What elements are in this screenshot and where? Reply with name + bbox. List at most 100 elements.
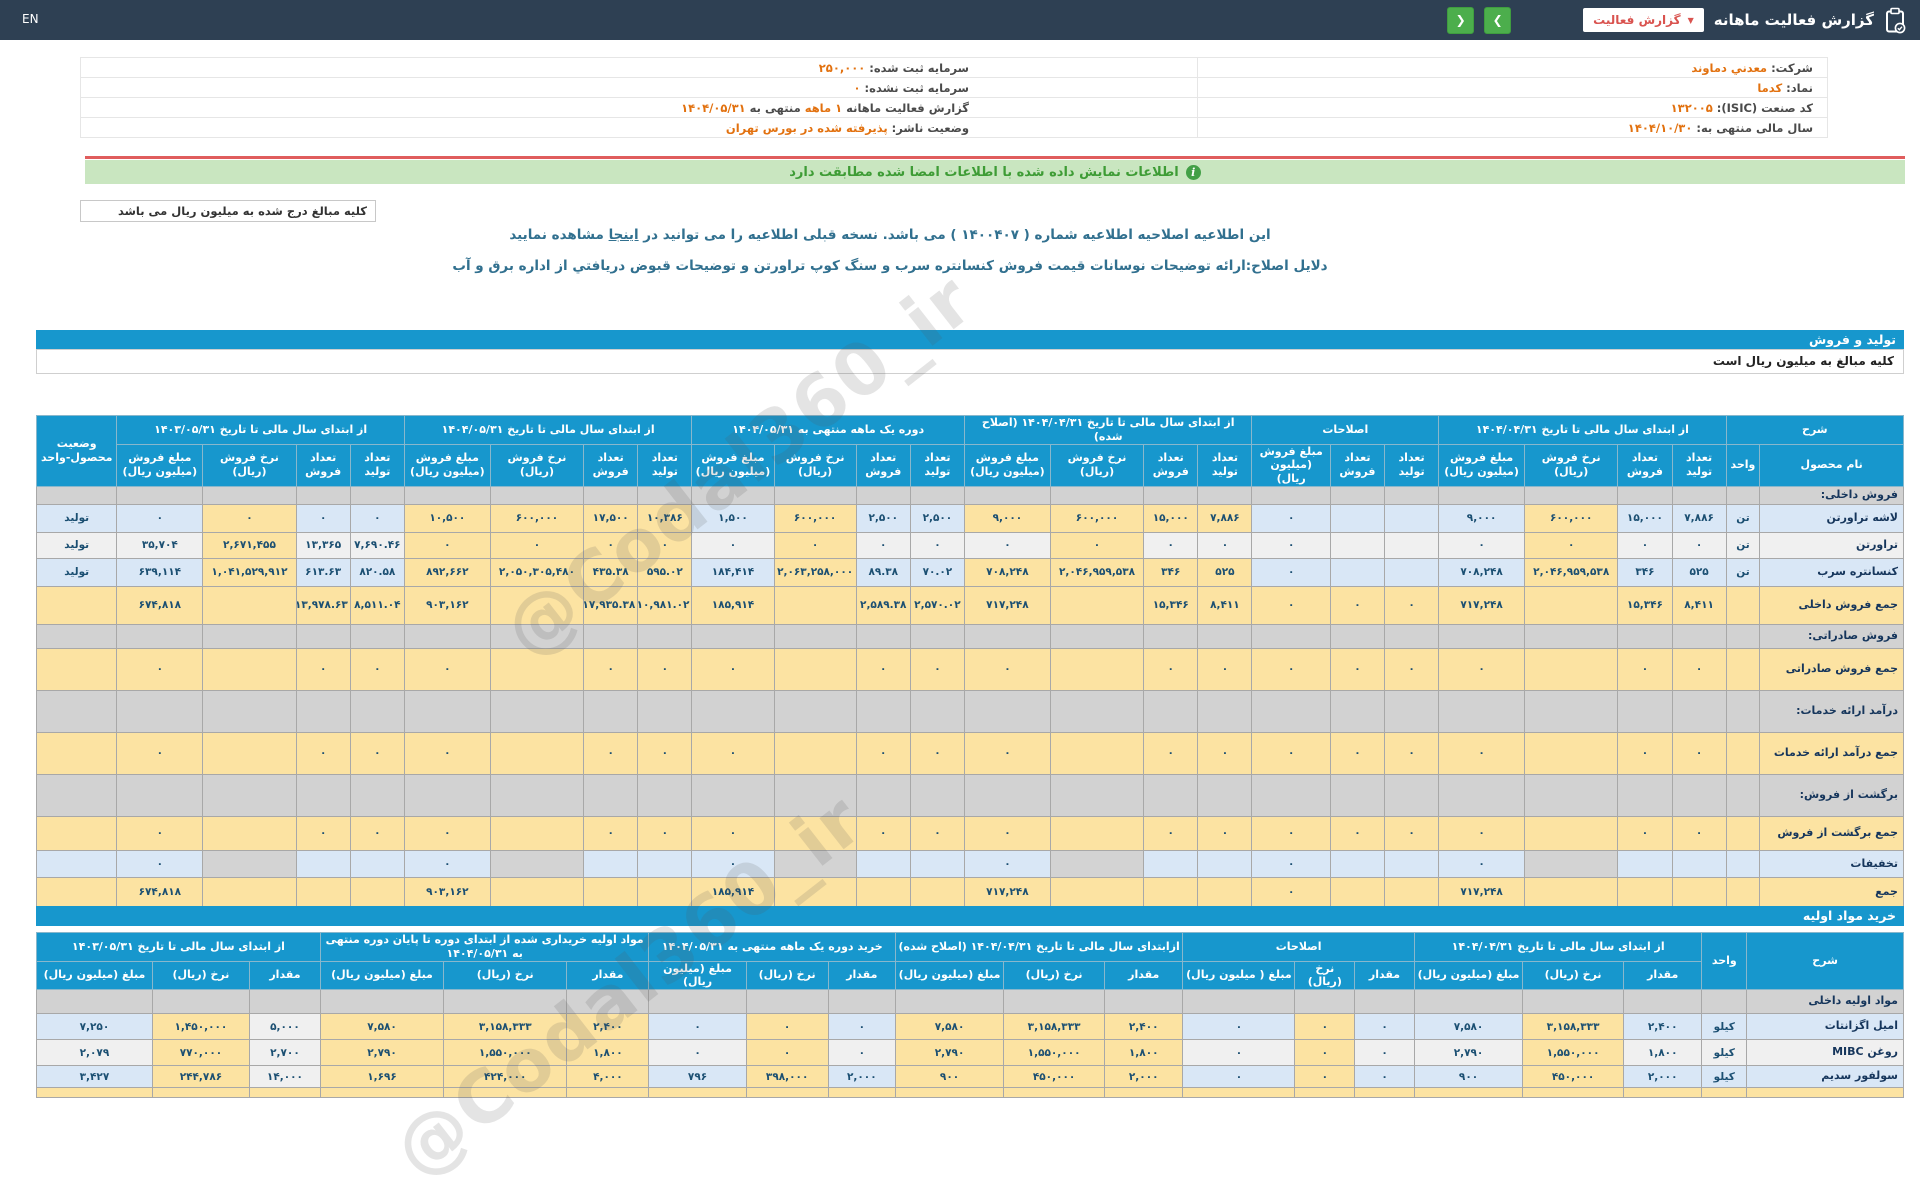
column-header: تعداد فروش [583, 443, 639, 487]
value-cell: ۰ [349, 815, 405, 851]
value-cell [773, 647, 857, 691]
value-cell [1197, 773, 1253, 817]
column-header: مقدار [1354, 960, 1415, 990]
value-cell: ۵,۰۰۰ [248, 1013, 321, 1040]
value-cell [1617, 485, 1673, 505]
table-row: کنسانتره سرب تن ۵۲۵ ۳۴۶ ۲,۰۴۶,۹۵۹,۵۳۸ ۷۰۸,۲۴۸… [35, 557, 1904, 587]
value-cell [1438, 773, 1526, 817]
value-cell: ۲,۷۹۰ [319, 1039, 445, 1066]
clipboard-report-icon [1884, 7, 1906, 34]
value-cell: ۰ [648, 1013, 747, 1040]
table-row: جمع ۷۱۷,۲۴۸ ۰ ۷۱۷,۲۴۸ ۱۸۵,۹۱۴ ۹۰۳,۱۶۲ ۶۷۴,۸۱۸ [35, 876, 1904, 908]
value-cell: ۲,۰۴۶,۹۵۹,۵۳۸ [1524, 557, 1619, 587]
value-cell [1438, 485, 1526, 505]
value-cell [1103, 1087, 1184, 1098]
value-cell: ۱,۴۵۰,۰۰۰ [151, 1013, 250, 1040]
value-cell [1329, 623, 1386, 649]
value-cell: ۳۴۶ [1617, 557, 1673, 587]
value-cell: ۴,۰۰۰ [566, 1065, 650, 1088]
value-cell [1197, 876, 1253, 908]
value-cell [489, 773, 585, 817]
section-label: مواد اولیه داخلی [1746, 989, 1904, 1014]
table-row: سولفور سدیم کیلو ۲,۰۰۰ ۴۵۰,۰۰۰ ۹۰۰ ۰ ۰ ۰ ۲,۰۰۰ ۴۵… [36, 1065, 1904, 1088]
value-cell [1384, 689, 1440, 733]
value-cell: ۷۱۷,۲۴۸ [1438, 876, 1526, 908]
column-header: نرخ (ریال) [1294, 960, 1356, 990]
value-cell [1103, 989, 1184, 1014]
value-cell [1725, 773, 1761, 817]
value-cell: ۱۰,۹۸۱.۰۲ [637, 585, 693, 625]
amendment-notice-line: این اطلاعیه اصلاحیه اطلاعیه شماره ( ۱۴۰۰… [85, 227, 1695, 243]
product-name-cell: روغن MIBC [1746, 1039, 1904, 1066]
unit-cell: تن [1725, 503, 1761, 533]
value-cell [1197, 849, 1253, 878]
column-header: تعداد تولید [1384, 443, 1440, 487]
value-cell: ۵۲۵ [1671, 557, 1727, 587]
amendment-text-pre: این اطلاعیه اصلاحیه اطلاعیه شماره ( ۱۴۰۰… [638, 227, 1271, 243]
value-cell [566, 989, 650, 1014]
value-cell: ۰ [403, 815, 491, 851]
report-type-dropdown[interactable]: ▼ گزارش فعالیت [1583, 8, 1704, 32]
value-cell [319, 1087, 445, 1098]
column-group-header: شرح [1746, 932, 1904, 990]
value-cell: ۸,۴۱۱ [1671, 585, 1727, 625]
value-cell [1671, 485, 1727, 505]
value-cell: ۰ [1438, 647, 1526, 691]
value-cell [1617, 849, 1673, 878]
status-cell: تولید [35, 531, 118, 559]
value-cell [202, 485, 297, 505]
value-cell [773, 585, 857, 625]
value-cell [1049, 849, 1145, 878]
value-cell: ۶۰۰,۰۰۰ [1524, 503, 1619, 533]
section-title-raw-materials: خرید مواد اولیه [36, 906, 1904, 926]
product-name-cell: سولفور سدیم [1746, 1065, 1904, 1088]
value-cell: ۷۰۸,۲۴۸ [963, 557, 1051, 587]
value-cell: ۵۹۵.۰۲ [637, 557, 693, 587]
value-cell [1049, 623, 1145, 649]
value-cell: ۰ [909, 731, 965, 775]
column-header: مبلغ ( میلیون ریال) [1182, 960, 1296, 990]
value-cell: ۰ [1438, 815, 1526, 851]
value-cell: ۲,۵۸۹.۳۸ [855, 585, 911, 625]
value-cell: ۰ [1354, 1013, 1415, 1040]
value-cell [1143, 623, 1199, 649]
value-cell: ۲,۵۰۰ [855, 503, 911, 533]
value-cell: ۲,۶۷۱,۴۵۵ [202, 531, 297, 559]
value-cell: ۴۲۴,۰۰۰ [443, 1065, 568, 1088]
value-cell [403, 485, 491, 505]
value-cell [248, 1087, 321, 1098]
signature-match-banner: i اطلاعات نمایش داده شده با اطلاعات امضا… [85, 160, 1905, 184]
value-cell [35, 623, 118, 649]
value-cell [1524, 647, 1619, 691]
value-cell: ۰ [1294, 1065, 1356, 1088]
value-cell [295, 773, 351, 817]
value-cell [443, 989, 568, 1014]
value-cell [489, 876, 585, 908]
value-cell [894, 1087, 1005, 1098]
info-cell: کد صنعت (ISIC): ۱۳۲۰۰۵ [1197, 97, 1828, 118]
value-cell: ۰ [963, 731, 1051, 775]
value-cell: ۷۰.۰۲ [909, 557, 965, 587]
value-cell: ۰ [909, 531, 965, 559]
value-cell: ۰ [403, 647, 491, 691]
previous-version-link[interactable]: اینجا [609, 227, 639, 243]
prev-report-button[interactable]: ❮ [1447, 6, 1475, 34]
value-cell: ۰ [909, 647, 965, 691]
value-cell [855, 849, 911, 878]
status-cell [35, 815, 118, 851]
value-cell: ۶۳۹,۱۱۴ [116, 557, 204, 587]
value-cell: ۰ [1182, 1039, 1296, 1066]
value-cell [1524, 849, 1619, 878]
value-cell: ۱۷,۹۳۵.۳۸ [583, 585, 639, 625]
unit-cell: تن [1725, 531, 1761, 559]
next-report-button[interactable]: ❯ [1484, 6, 1512, 34]
value-cell [1197, 623, 1253, 649]
language-toggle[interactable]: EN [22, 12, 39, 26]
value-cell [319, 989, 445, 1014]
table-row: درآمد ارائه خدمات: [35, 689, 1904, 733]
column-group-header: اصلاحات [1251, 415, 1440, 445]
value-cell: ۷۱۷,۲۴۸ [963, 876, 1051, 908]
amendment-text-post: مشاهده نمایید [509, 227, 609, 243]
value-cell: ۰ [1617, 731, 1673, 775]
info-label: گزارش فعالیت ماهانه [842, 100, 969, 115]
